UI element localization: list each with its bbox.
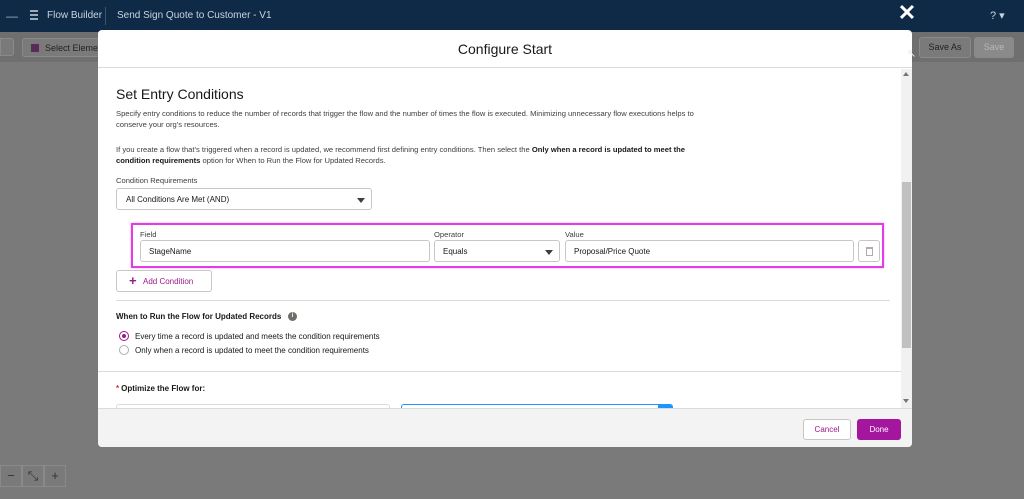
fit-view-button[interactable]: ⤡ — [22, 465, 44, 487]
condition-requirements-label: Condition Requirements — [116, 176, 198, 185]
required-marker: * — [116, 384, 120, 393]
menu-icon[interactable]: — — [6, 9, 18, 23]
when-to-run-title: When to Run the Flow for Updated Records — [116, 312, 282, 321]
zoom-controls: − ⤡ + — [0, 465, 66, 487]
zoom-in-button[interactable]: + — [44, 465, 66, 487]
radio-only-when-label[interactable]: Only when a record is updated to meet th… — [135, 346, 369, 355]
value-value: Proposal/Price Quote — [574, 247, 651, 256]
field-value: StageName — [149, 247, 192, 256]
entry-conditions-recommendation: If you create a flow that's triggered wh… — [116, 144, 716, 166]
toggle-panel-button[interactable] — [0, 38, 14, 56]
entry-conditions-description: Specify entry conditions to reduce the n… — [116, 109, 694, 129]
value-label: Value — [565, 230, 584, 239]
optimize-title: * Optimize the Flow for: — [116, 384, 205, 393]
select-elements-label: Select Elements — [45, 43, 99, 53]
condition-requirements-select[interactable]: All Conditions Are Met (AND) — [116, 188, 372, 210]
modal-title: Configure Start — [457, 41, 553, 57]
modal-header: Configure Start — [98, 30, 912, 68]
modal-body[interactable]: Set Entry Conditions Specify entry condi… — [98, 69, 912, 408]
section-title: Set Entry Conditions — [116, 86, 244, 102]
delete-condition-button[interactable] — [858, 240, 880, 262]
scrollbar-thumb[interactable] — [902, 182, 911, 348]
section-divider — [98, 371, 902, 372]
help-menu[interactable]: ? ▾ — [990, 9, 1005, 22]
field-label: Field — [140, 230, 157, 239]
radio-every-time[interactable] — [119, 331, 129, 341]
configure-start-modal: Configure Start Set Entry Conditions Spe… — [98, 30, 912, 447]
operator-label: Operator — [434, 230, 464, 239]
radio-only-when[interactable] — [119, 345, 129, 355]
condition-requirements-value: All Conditions Are Met (AND) — [126, 195, 230, 204]
info-icon[interactable]: i — [288, 312, 297, 321]
save-as-button[interactable]: Save As — [919, 37, 971, 58]
operator-select[interactable]: Equals — [434, 240, 560, 262]
flow-builder-logo-icon — [30, 10, 38, 20]
operator-value: Equals — [443, 247, 468, 256]
top-nav-bar: — Flow Builder Send Sign Quote to Custom… — [0, 0, 1024, 32]
mouse-cursor-icon: ↖ — [907, 48, 917, 60]
divider — [105, 7, 106, 25]
optimize-title-text: Optimize the Flow for: — [121, 384, 206, 393]
plus-icon: + — [129, 273, 137, 288]
chevron-down-icon — [545, 250, 553, 255]
close-icon[interactable]: ✕ — [897, 2, 917, 24]
add-condition-label: Add Condition — [143, 277, 194, 286]
select-icon — [31, 44, 39, 52]
add-condition-button[interactable]: + Add Condition — [116, 270, 212, 292]
value-input[interactable]: Proposal/Price Quote — [565, 240, 854, 262]
zoom-out-button[interactable]: − — [0, 465, 22, 487]
field-input[interactable]: StageName — [140, 240, 430, 262]
scroll-down-icon[interactable] — [903, 399, 909, 403]
save-button[interactable]: Save — [974, 37, 1014, 58]
done-button[interactable]: Done — [857, 419, 901, 440]
cancel-button[interactable]: Cancel — [803, 419, 851, 440]
app-name: Flow Builder — [47, 10, 103, 21]
recommendation-text: If you create a flow that's triggered wh… — [116, 145, 532, 154]
chevron-down-icon — [357, 198, 365, 203]
radio-every-time-label[interactable]: Every time a record is updated and meets… — [135, 332, 380, 341]
select-elements-button[interactable]: Select Elements — [22, 38, 100, 57]
modal-footer: Cancel Done — [98, 408, 912, 447]
scroll-up-icon[interactable] — [903, 72, 909, 76]
flow-title: Send Sign Quote to Customer - V1 — [117, 10, 272, 21]
trash-icon — [866, 247, 873, 256]
recommendation-text-end: option for When to Run the Flow for Upda… — [200, 156, 386, 165]
